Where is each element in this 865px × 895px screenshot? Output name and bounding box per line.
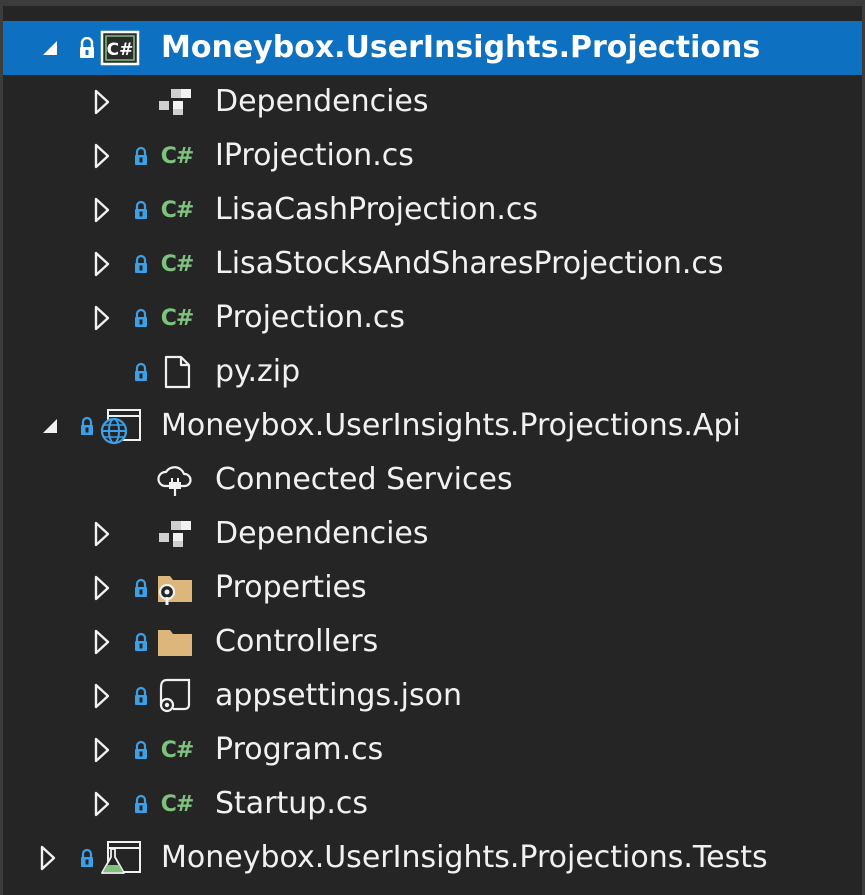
tree-item-lisacashprojection-cs[interactable]: C# LisaCashProjection.cs	[3, 183, 862, 237]
tree-item-startup-cs[interactable]: C# Startup.cs	[3, 777, 862, 831]
lock-icon	[131, 723, 151, 777]
solution-explorer-tree: C# Moneybox.UserInsights.Projections Dep…	[0, 0, 865, 895]
tree-item-projection-cs[interactable]: C# Projection.cs	[3, 291, 862, 345]
collapse-arrow-icon[interactable]	[36, 21, 64, 75]
expand-arrow-icon[interactable]	[88, 75, 116, 129]
tree-item-properties[interactable]: Properties	[3, 561, 862, 615]
svg-text:C#: C#	[107, 40, 134, 60]
item-label: LisaStocksAndSharesProjection.cs	[215, 246, 724, 281]
csharp-file-icon: C#	[160, 737, 195, 763]
expand-arrow-icon[interactable]	[88, 129, 116, 183]
csharp-file-icon: C#	[160, 197, 195, 223]
file-icon	[155, 345, 199, 399]
tree-item-controllers[interactable]: Controllers	[3, 615, 862, 669]
expand-arrow-icon[interactable]	[88, 723, 116, 777]
lock-icon	[131, 669, 151, 723]
properties-folder-icon	[153, 561, 197, 615]
tree-item-connected-services[interactable]: Connected Services	[3, 453, 862, 507]
item-label: LisaCashProjection.cs	[215, 192, 539, 227]
expand-arrow-icon[interactable]	[88, 777, 116, 831]
test-project-icon	[98, 831, 142, 885]
lock-icon	[131, 777, 151, 831]
tree-item-program-cs[interactable]: C# Program.cs	[3, 723, 862, 777]
expand-arrow-icon[interactable]	[88, 237, 116, 291]
lock-icon	[77, 21, 97, 75]
item-label: Properties	[215, 570, 367, 605]
folder-icon	[153, 615, 197, 669]
expand-arrow-icon[interactable]	[88, 615, 116, 669]
tree-item-project-projections[interactable]: C# Moneybox.UserInsights.Projections	[3, 21, 862, 75]
project-name-label: Moneybox.UserInsights.Projections.Api	[161, 408, 741, 443]
web-project-icon	[98, 399, 142, 453]
item-label: Connected Services	[215, 462, 513, 497]
csharp-file-icon: C#	[160, 143, 195, 169]
json-file-icon	[153, 669, 197, 723]
lock-icon	[131, 237, 151, 291]
lock-icon	[131, 561, 151, 615]
item-label: appsettings.json	[215, 678, 462, 713]
tree-item-lisastocksandsharesprojection-cs[interactable]: C# LisaStocksAndSharesProjection.cs	[3, 237, 862, 291]
item-label: Dependencies	[215, 84, 429, 119]
lock-icon	[131, 183, 151, 237]
csharp-file-icon: C#	[160, 791, 195, 817]
expand-arrow-icon[interactable]	[88, 669, 116, 723]
item-label: Controllers	[215, 624, 379, 659]
expand-arrow-icon[interactable]	[88, 561, 116, 615]
csharp-project-icon: C#	[98, 21, 142, 75]
expand-arrow-icon[interactable]	[88, 183, 116, 237]
item-label: Program.cs	[215, 732, 384, 767]
tree-item-project-api[interactable]: Moneybox.UserInsights.Projections.Api	[3, 399, 862, 453]
tree-item-iprojection-cs[interactable]: C# IProjection.cs	[3, 129, 862, 183]
tree-item-project-tests[interactable]: Moneybox.UserInsights.Projections.Tests	[3, 831, 862, 885]
lock-icon	[131, 615, 151, 669]
project-name-label: Moneybox.UserInsights.Projections.Tests	[161, 840, 768, 875]
tree-item-appsettings-json[interactable]: appsettings.json	[3, 669, 862, 723]
lock-icon	[131, 129, 151, 183]
item-label: IProjection.cs	[215, 138, 414, 173]
csharp-file-icon: C#	[160, 305, 195, 331]
item-label: Dependencies	[215, 516, 429, 551]
dependencies-icon	[153, 75, 197, 129]
csharp-file-icon: C#	[160, 251, 195, 277]
project-name-label: Moneybox.UserInsights.Projections	[161, 30, 761, 65]
tree-item-dependencies[interactable]: Dependencies	[3, 75, 862, 129]
expand-arrow-icon[interactable]	[88, 291, 116, 345]
collapse-arrow-icon[interactable]	[36, 399, 64, 453]
expand-arrow-icon[interactable]	[34, 831, 62, 885]
expand-arrow-icon[interactable]	[88, 507, 116, 561]
lock-icon	[131, 345, 151, 399]
item-label: Startup.cs	[215, 786, 369, 821]
tree-item-dependencies[interactable]: Dependencies	[3, 507, 862, 561]
lock-icon	[77, 399, 97, 453]
lock-icon	[77, 831, 97, 885]
connected-services-icon	[153, 453, 197, 507]
item-label: py.zip	[215, 354, 301, 389]
item-label: Projection.cs	[215, 300, 406, 335]
lock-icon	[131, 291, 151, 345]
dependencies-icon	[153, 507, 197, 561]
panel-top-border	[0, 0, 865, 6]
tree-item-py-zip[interactable]: py.zip	[3, 345, 862, 399]
